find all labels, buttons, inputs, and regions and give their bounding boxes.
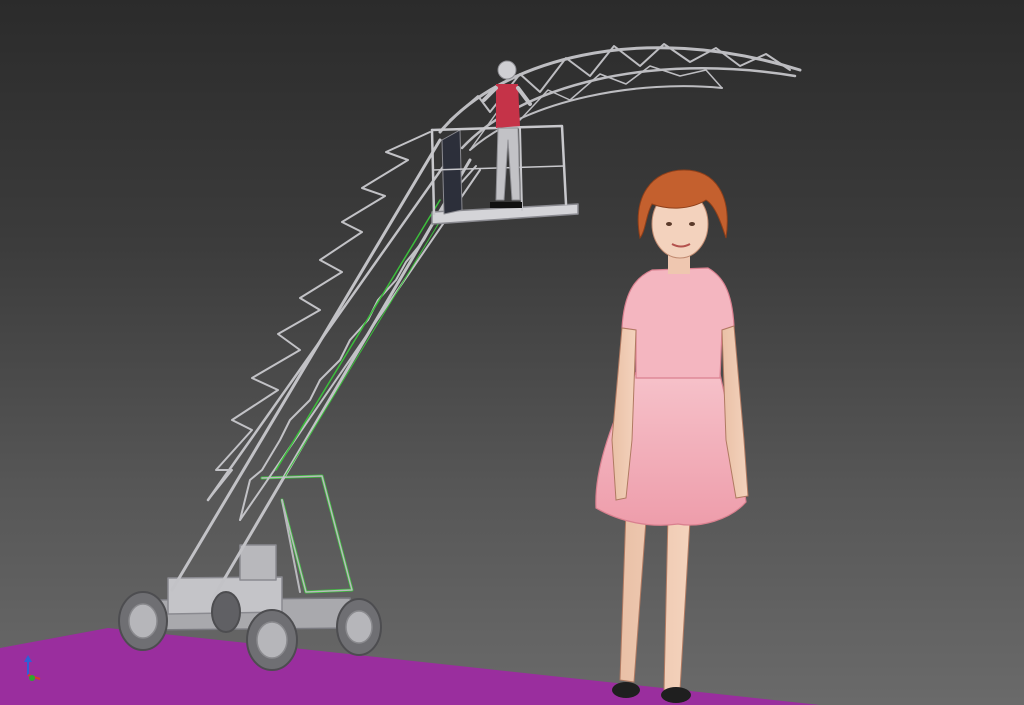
wheel-rear-right[interactable] [336, 598, 382, 656]
scene-canvas [0, 43, 820, 705]
3d-viewport[interactable] [0, 0, 1024, 705]
wheel-rear-left[interactable] [211, 591, 241, 633]
wheel-front-left[interactable] [118, 591, 168, 651]
wheel-front-right[interactable] [246, 609, 298, 671]
crane-arch[interactable] [438, 43, 802, 151]
girl-dress-bodice [621, 267, 735, 379]
crane-base[interactable] [139, 474, 359, 631]
floor-plane[interactable] [0, 628, 820, 705]
girl-legs [619, 509, 691, 691]
girl-figure[interactable] [595, 169, 749, 703]
